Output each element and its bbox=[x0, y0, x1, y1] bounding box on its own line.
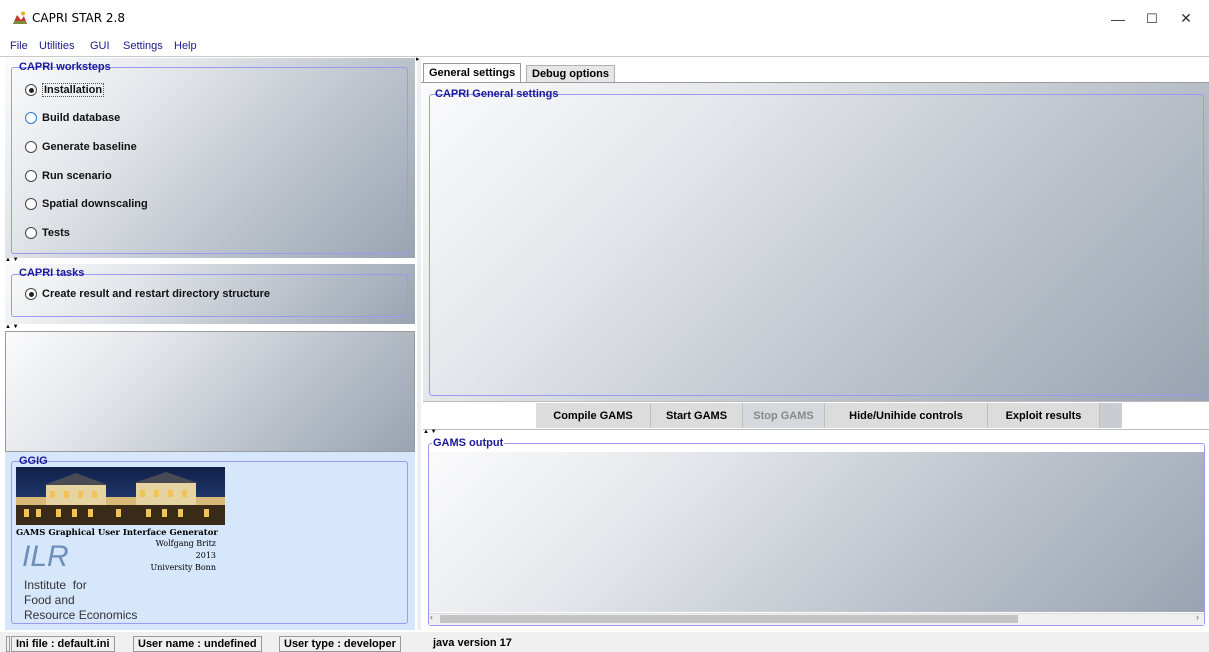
general-settings-title: CAPRI General settings bbox=[435, 88, 559, 100]
menu-file[interactable]: File bbox=[10, 40, 28, 52]
radio-icon bbox=[25, 141, 37, 153]
exploit-results-button[interactable]: Exploit results bbox=[988, 403, 1100, 428]
radio-icon bbox=[25, 112, 37, 124]
radio-label: Installation bbox=[42, 83, 105, 97]
radio-label: Tests bbox=[42, 227, 70, 239]
ggig-author: Wolfgang Britz bbox=[155, 539, 216, 548]
menu-help[interactable]: Help bbox=[174, 40, 197, 52]
radio-selected-icon bbox=[25, 288, 37, 300]
ggig-year: 2013 bbox=[195, 551, 216, 560]
radio-spatial-downscaling[interactable]: Spatial downscaling bbox=[25, 198, 148, 210]
title-bar bbox=[0, 0, 1209, 37]
castle-logo-image bbox=[16, 467, 225, 525]
ggig-university: University Bonn bbox=[150, 563, 216, 572]
split-divider-arrows[interactable]: ▲ ▼ bbox=[5, 324, 19, 330]
maximize-icon: ☐ bbox=[1146, 10, 1158, 26]
radio-installation[interactable]: Installation bbox=[25, 83, 105, 97]
general-settings-border bbox=[429, 94, 1204, 396]
split-divider-arrows[interactable]: ▲ ▼ bbox=[423, 429, 437, 435]
radio-label: Run scenario bbox=[42, 170, 112, 182]
radio-create-result[interactable]: Create result and restart directory stru… bbox=[25, 288, 270, 300]
radio-build-database[interactable]: Build database bbox=[25, 112, 120, 124]
close-button[interactable]: ✕ bbox=[1163, 0, 1209, 37]
ilr-logo-text: ILR bbox=[22, 540, 69, 573]
app-window: CAPRI STAR 2.8 — ☐ ✕ File Utilities GUI … bbox=[0, 0, 1209, 652]
gams-output-textarea[interactable] bbox=[429, 452, 1204, 612]
compile-gams-button[interactable]: Compile GAMS bbox=[536, 403, 651, 428]
status-ini-file: Ini file : default.ini bbox=[11, 636, 115, 652]
menu-settings[interactable]: Settings bbox=[123, 40, 163, 52]
status-user-type: User type : developer bbox=[279, 636, 401, 652]
radio-label: Spatial downscaling bbox=[42, 198, 148, 210]
stop-gams-button[interactable]: Stop GAMS bbox=[743, 403, 825, 428]
radio-label: Build database bbox=[42, 112, 121, 124]
gams-output-title: GAMS output bbox=[432, 437, 505, 449]
institute-line: Institute for bbox=[24, 578, 87, 592]
institute-text: Institute for Food and Resource Economic… bbox=[24, 578, 137, 623]
minimize-icon: — bbox=[1111, 10, 1125, 27]
ggig-title: GGIG bbox=[19, 455, 48, 467]
worksteps-title: CAPRI worksteps bbox=[19, 61, 111, 73]
app-icon bbox=[12, 10, 28, 26]
vertical-split-handle[interactable] bbox=[417, 58, 421, 630]
menu-utilities[interactable]: Utilities bbox=[39, 40, 74, 52]
scroll-right-icon[interactable]: › bbox=[1196, 612, 1199, 622]
status-user-name: User name : undefined bbox=[133, 636, 262, 652]
scrollbar-thumb[interactable] bbox=[440, 615, 1018, 623]
split-arrow-icon[interactable]: ▸ bbox=[416, 56, 420, 63]
radio-label: Create result and restart directory stru… bbox=[42, 288, 271, 300]
institute-line: Food and bbox=[24, 593, 75, 607]
split-divider-arrows[interactable]: ▲ ▼ bbox=[5, 257, 19, 263]
tasks-title: CAPRI tasks bbox=[19, 267, 85, 279]
radio-icon bbox=[25, 170, 37, 182]
radio-label: Generate baseline bbox=[42, 141, 137, 153]
start-gams-button[interactable]: Start GAMS bbox=[651, 403, 743, 428]
radio-icon bbox=[25, 198, 37, 210]
window-title: CAPRI STAR 2.8 bbox=[32, 11, 125, 25]
radio-tests[interactable]: Tests bbox=[25, 227, 70, 239]
institute-line: Resource Economics bbox=[24, 608, 138, 622]
ggig-subtitle: GAMS Graphical User Interface Generator bbox=[16, 528, 218, 538]
tab-debug-options[interactable]: Debug options bbox=[526, 65, 615, 82]
scroll-left-icon[interactable]: ‹ bbox=[430, 612, 433, 622]
close-icon: ✕ bbox=[1180, 10, 1192, 26]
radio-icon bbox=[25, 227, 37, 239]
menu-gui[interactable]: GUI bbox=[90, 40, 110, 52]
status-java-version: java version 17 bbox=[433, 637, 512, 649]
radio-generate-baseline[interactable]: Generate baseline bbox=[25, 141, 137, 153]
status-cell-empty bbox=[6, 636, 10, 652]
radio-selected-icon bbox=[25, 84, 37, 96]
radio-run-scenario[interactable]: Run scenario bbox=[25, 170, 112, 182]
tab-general-settings[interactable]: General settings bbox=[423, 63, 522, 82]
hide-unhide-controls-button[interactable]: Hide/Unihide controls bbox=[825, 403, 988, 428]
empty-panel bbox=[5, 331, 415, 452]
